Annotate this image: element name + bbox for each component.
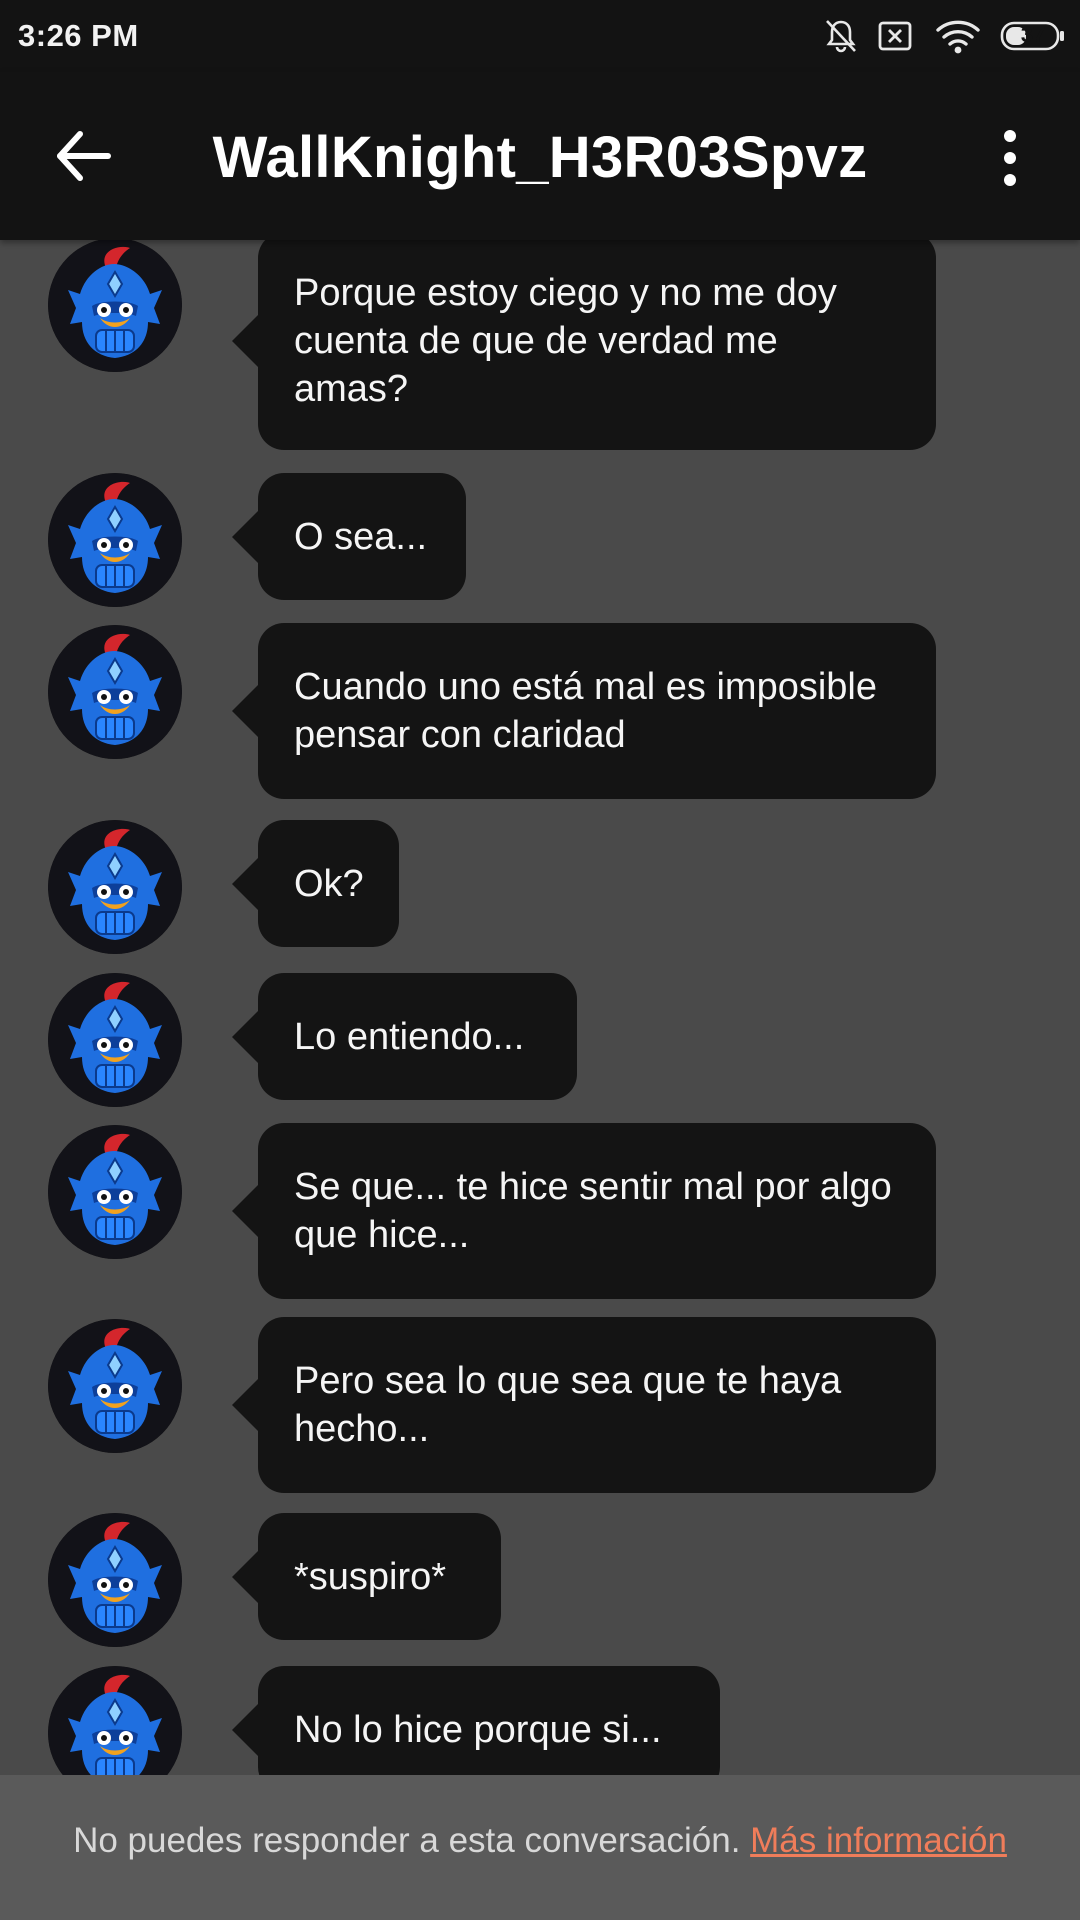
avatar[interactable] — [48, 238, 182, 372]
knight-avatar-picture — [48, 1513, 182, 1647]
sim-x-icon — [876, 18, 914, 59]
status-time: 3:26 PM — [18, 18, 139, 53]
message-bubble[interactable]: Se que... te hice sentir mal por algo qu… — [232, 1123, 936, 1299]
message-bubble[interactable]: Lo entiendo... — [232, 973, 577, 1100]
wifi-icon — [936, 18, 980, 59]
message-bubble[interactable]: Ok? — [232, 820, 399, 947]
reply-disabled-footer: No puedes responder a esta conversación.… — [0, 1775, 1080, 1920]
knight-avatar-picture — [48, 1319, 182, 1453]
message-text: Cuando uno está mal es imposible pensar … — [294, 666, 878, 756]
bell-off-icon — [824, 18, 858, 59]
battery-level: 37 — [1020, 22, 1046, 47]
avatar[interactable] — [48, 625, 182, 759]
message-bubble[interactable]: Cuando uno está mal es imposible pensar … — [232, 623, 936, 799]
knight-avatar-picture — [48, 973, 182, 1107]
message-text: Se que... te hice sentir mal por algo qu… — [294, 1166, 892, 1256]
avatar[interactable] — [48, 473, 182, 607]
message-text: *suspiro* — [294, 1555, 447, 1598]
footer-notice: No puedes responder a esta conversación.… — [0, 1821, 1080, 1861]
message-text: Ok? — [294, 862, 364, 905]
conversation-title: WallKnight_H3R03Spvz — [212, 125, 868, 190]
knight-avatar-picture — [48, 625, 182, 759]
message-bubble[interactable]: *suspiro* — [232, 1513, 501, 1640]
message-text: No lo hice porque si... — [294, 1708, 662, 1751]
knight-avatar-picture — [48, 473, 182, 607]
knight-avatar-picture — [48, 1125, 182, 1259]
knight-avatar-picture — [48, 1666, 182, 1775]
avatar[interactable] — [48, 1319, 182, 1453]
more-info-link[interactable]: Más información — [750, 1821, 1007, 1860]
message-text: Porque estoy ciego y no me doy cuenta de… — [294, 272, 837, 410]
footer-notice-text: No puedes responder a esta conversación. — [73, 1821, 741, 1860]
avatar[interactable] — [48, 1666, 182, 1775]
message-bubble[interactable]: O sea... — [232, 473, 466, 600]
knight-avatar-picture — [48, 238, 182, 372]
message-text: O sea... — [294, 515, 428, 558]
avatar[interactable] — [48, 973, 182, 1107]
message-list[interactable]: Porque estoy ciego y no me doy cuenta de… — [0, 0, 1080, 1775]
message-bubble[interactable]: Porque estoy ciego y no me doy cuenta de… — [232, 232, 936, 450]
status-bar: 3:26 PM 37 — [0, 0, 1080, 72]
message-text: Pero sea lo que sea que te haya hecho... — [294, 1360, 842, 1450]
avatar[interactable] — [48, 1125, 182, 1259]
more-options-button[interactable] — [992, 128, 1028, 188]
battery-icon: 37 — [1000, 18, 1066, 59]
avatar[interactable] — [48, 820, 182, 954]
knight-avatar-picture — [48, 820, 182, 954]
avatar[interactable] — [48, 1513, 182, 1647]
message-bubble[interactable]: No lo hice porque si... — [232, 1666, 720, 1775]
message-bubble[interactable]: Pero sea lo que sea que te haya hecho... — [232, 1317, 936, 1493]
message-text: Lo entiendo... — [294, 1015, 525, 1058]
app-bar: WallKnight_H3R03Spvz — [0, 72, 1080, 240]
more-vert-icon — [1004, 130, 1016, 186]
